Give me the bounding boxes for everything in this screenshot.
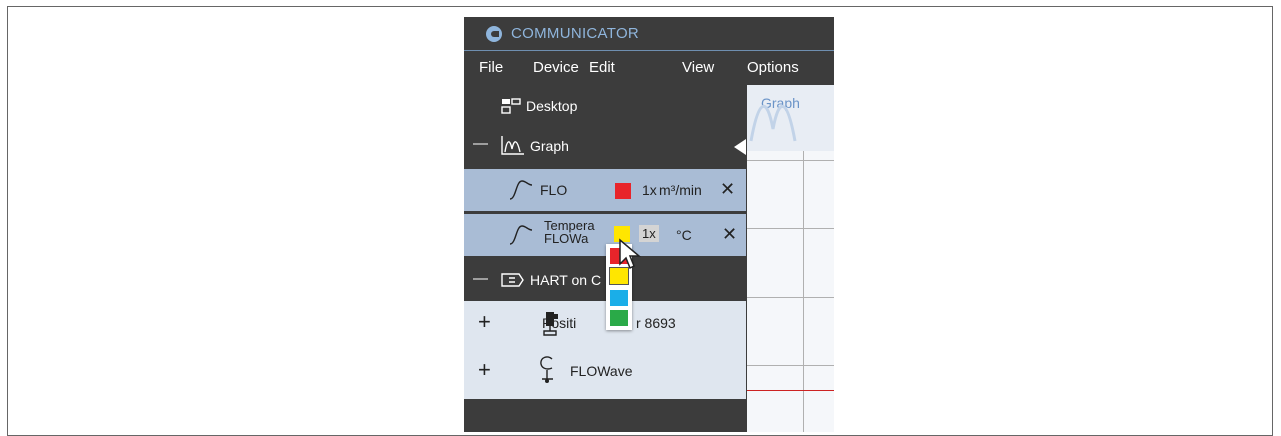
signal-device-label: FLOWa — [544, 231, 589, 246]
tree-item-label: FLOWave — [570, 363, 633, 379]
grid-line — [747, 365, 834, 366]
tree-item-flowave[interactable]: + FLOWave — [464, 345, 746, 399]
communicator-window: COMMUNICATOR File Device Edit View Optio… — [464, 17, 834, 432]
tree-item-graph[interactable]: — Graph — [464, 125, 746, 169]
menu-options[interactable]: Options — [747, 59, 799, 76]
menu-view[interactable]: View — [682, 59, 714, 76]
graph-trace-line — [747, 390, 834, 391]
signal-curve-icon — [509, 180, 533, 200]
menu-edit[interactable]: Edit — [589, 59, 615, 76]
color-option-blue[interactable] — [610, 290, 628, 306]
menu-device[interactable]: Device — [533, 59, 579, 76]
color-option-yellow[interactable] — [609, 267, 629, 285]
flowmeter-icon — [540, 356, 553, 383]
tree-item-label: HART on C — [530, 272, 602, 288]
tree-item-desktop[interactable]: Desktop — [464, 85, 746, 125]
grid-line — [747, 228, 834, 229]
graph-panel: Graph — [747, 85, 834, 432]
mouse-cursor-icon — [619, 238, 642, 270]
graph-tab-wave-icon — [749, 105, 797, 142]
expand-toggle[interactable]: + — [478, 357, 491, 383]
device-tree: Desktop — Graph FLO 1x m³/min ✕ Tempera … — [464, 85, 746, 432]
tree-item-label-tail: r 8693 — [636, 315, 676, 331]
signal-unit: m³/min — [659, 182, 702, 198]
grid-line — [747, 160, 834, 161]
remove-signal-icon[interactable]: ✕ — [722, 224, 737, 245]
expand-toggle[interactable]: + — [478, 309, 491, 335]
signal-curve-icon — [509, 225, 533, 245]
signal-color-swatch[interactable] — [615, 183, 631, 199]
remove-signal-icon[interactable]: ✕ — [720, 179, 735, 200]
tree-item-label: Positi — [542, 315, 577, 331]
menu-file[interactable]: File — [479, 59, 503, 76]
tree-item-label: Desktop — [526, 98, 578, 114]
graph-tab[interactable]: Graph — [747, 85, 834, 151]
signal-row-temperature[interactable]: Tempera FLOWa 1x °C ✕ — [464, 214, 746, 256]
panel-pointer — [734, 139, 746, 155]
tree-item-label: Graph — [530, 138, 569, 154]
signal-label: FLO — [540, 182, 568, 198]
communicator-logo-icon — [486, 26, 502, 42]
hart-interface-icon — [501, 273, 524, 287]
collapse-toggle[interactable]: — — [473, 270, 488, 287]
signal-row-flo[interactable]: FLO 1x m³/min ✕ — [464, 169, 746, 211]
graph-icon — [501, 136, 524, 155]
title-bar: COMMUNICATOR — [464, 17, 834, 51]
menu-bar: File Device Edit View Options — [464, 51, 834, 85]
tree-item-positioner[interactable]: + Positi r 8693 — [464, 301, 746, 345]
desktop-icon — [501, 98, 521, 114]
collapse-toggle[interactable]: — — [473, 135, 488, 152]
grid-line — [747, 297, 834, 298]
signal-scale[interactable]: 1x — [642, 182, 657, 198]
app-title: COMMUNICATOR — [511, 25, 640, 42]
color-option-green[interactable] — [610, 310, 628, 326]
tree-item-hart[interactable]: — HART on C 3 — [464, 259, 746, 301]
signal-unit: °C — [676, 227, 692, 243]
